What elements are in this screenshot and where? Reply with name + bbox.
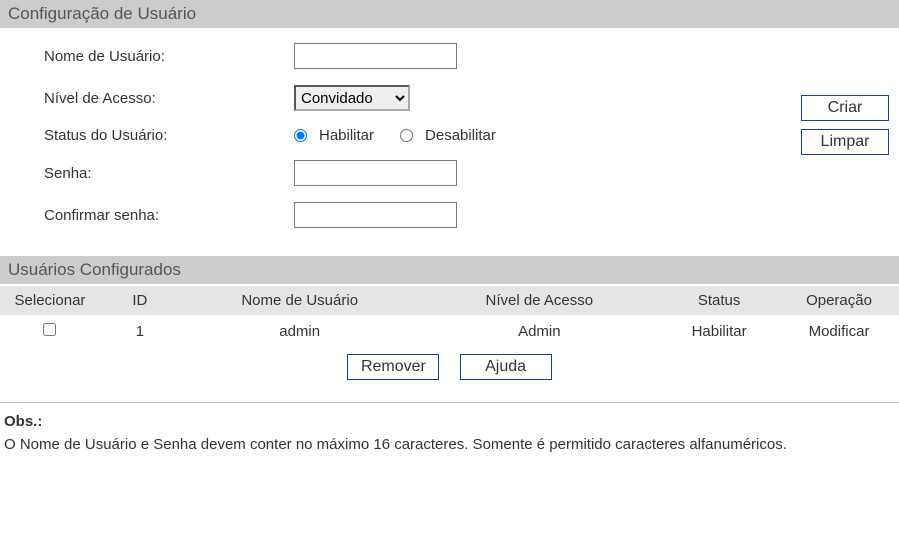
col-id: ID	[100, 286, 180, 316]
username-input[interactable]	[294, 43, 457, 69]
row-modify-link[interactable]: Modificar	[809, 323, 870, 340]
note-title: Obs.:	[4, 413, 893, 430]
row-username: admin	[180, 315, 420, 348]
col-level: Nível de Acesso	[420, 286, 660, 316]
status-disable-radio[interactable]	[400, 129, 413, 142]
note-section: Obs.: O Nome de Usuário e Senha devem co…	[0, 413, 899, 469]
level-select[interactable]: Convidado	[294, 85, 410, 111]
status-enable-radio[interactable]	[294, 129, 307, 142]
note-text: O Nome de Usuário e Senha devem conter n…	[4, 434, 893, 455]
status-enable-text: Habilitar	[319, 127, 374, 144]
row-status: Habilitar	[659, 315, 779, 348]
row-id: 1	[100, 315, 180, 348]
confirm-input[interactable]	[294, 202, 457, 228]
password-input[interactable]	[294, 160, 457, 186]
table-row: 1 admin Admin Habilitar Modificar	[0, 315, 899, 348]
col-op: Operação	[779, 286, 899, 316]
col-select: Selecionar	[0, 286, 100, 316]
password-label: Senha:	[44, 165, 294, 182]
users-header: Usuários Configurados	[0, 256, 899, 285]
help-button[interactable]: Ajuda	[460, 354, 552, 380]
username-label: Nome de Usuário:	[44, 48, 294, 65]
status-label: Status do Usuário:	[44, 127, 294, 144]
clear-button[interactable]: Limpar	[801, 129, 889, 155]
remove-button[interactable]: Remover	[347, 354, 439, 380]
note-separator	[0, 402, 899, 403]
status-disable-text: Desabilitar	[425, 127, 496, 144]
create-button[interactable]: Criar	[801, 95, 889, 121]
row-select-checkbox[interactable]	[43, 323, 56, 336]
user-config-form: Nome de Usuário: Nível de Acesso: Convid…	[0, 29, 899, 252]
col-username: Nome de Usuário	[180, 286, 420, 316]
confirm-label: Confirmar senha:	[44, 207, 294, 224]
config-header: Configuração de Usuário	[0, 0, 899, 29]
level-label: Nível de Acesso:	[44, 90, 294, 107]
col-status: Status	[659, 286, 779, 316]
row-level: Admin	[420, 315, 660, 348]
users-table: Selecionar ID Nome de Usuário Nível de A…	[0, 285, 899, 348]
